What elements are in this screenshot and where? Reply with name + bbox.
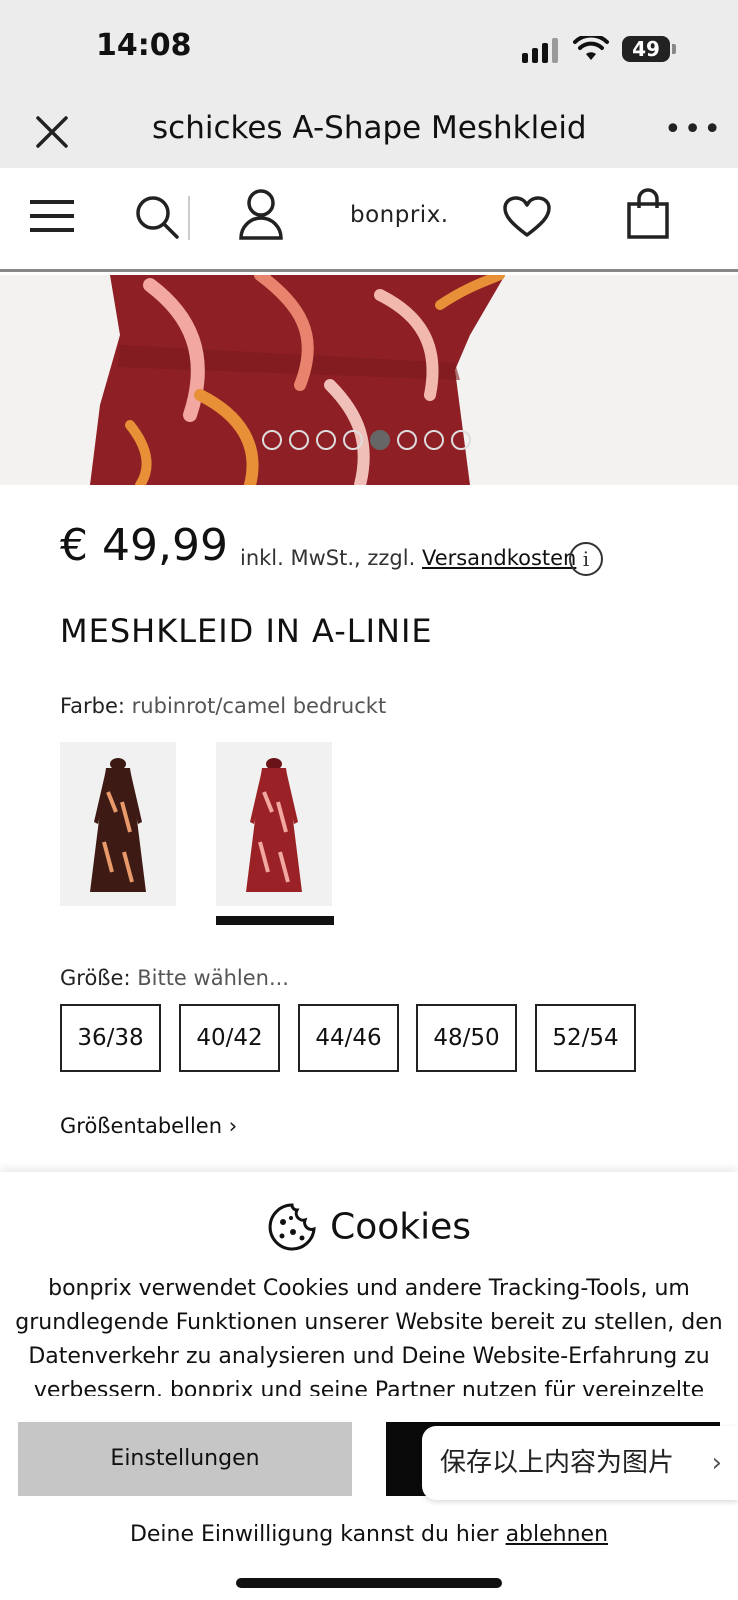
search-icon[interactable]	[134, 194, 180, 240]
size-option[interactable]: 36/38	[60, 1004, 161, 1072]
cellular-signal-icon	[522, 38, 558, 63]
battery-icon: 49	[622, 36, 670, 62]
site-header: bonprix.	[0, 168, 738, 272]
price-note: inkl. MwSt., zzgl. Versandkosten	[240, 546, 576, 570]
size-label: Größe: Bitte wählen...	[60, 966, 289, 990]
consent-line: Deine Einwilligung kannst du hier ablehn…	[0, 1522, 738, 1547]
color-swatch-dark[interactable]	[60, 742, 176, 906]
carousel-dot[interactable]	[289, 430, 309, 450]
carousel-dot-active[interactable]	[370, 430, 390, 450]
carousel-dot[interactable]	[262, 430, 282, 450]
size-tables-label: Größentabellen	[60, 1114, 223, 1138]
carousel-dot[interactable]	[424, 430, 444, 450]
shipping-costs-link[interactable]: Versandkosten	[422, 546, 576, 570]
product-image-carousel[interactable]	[0, 275, 738, 485]
page-title: schickes A-Shape Meshkleid	[152, 110, 587, 146]
chevron-right-icon: ›	[711, 1448, 722, 1478]
consent-text: Deine Einwilligung kannst du hier	[129, 1522, 499, 1547]
cookie-title: Cookies	[330, 1206, 472, 1248]
dress-image	[0, 275, 738, 485]
color-label: Farbe: rubinrot/camel bedruckt	[60, 694, 386, 718]
carousel-dots[interactable]	[262, 430, 471, 450]
menu-icon[interactable]	[30, 198, 74, 234]
account-icon[interactable]	[238, 188, 284, 240]
size-option[interactable]: 52/54	[535, 1004, 636, 1072]
status-time: 14:08	[96, 28, 192, 63]
carousel-dot[interactable]	[451, 430, 471, 450]
cookie-icon	[268, 1203, 316, 1251]
cookie-settings-button[interactable]: Einstellungen	[18, 1422, 352, 1496]
cookie-banner: Cookies bonprix verwendet Cookies und an…	[0, 1172, 738, 1600]
carousel-dot[interactable]	[316, 430, 336, 450]
size-option[interactable]: 48/50	[416, 1004, 517, 1072]
carousel-dot[interactable]	[397, 430, 417, 450]
close-icon[interactable]	[32, 112, 72, 152]
status-bar: 14:08 49	[0, 0, 738, 96]
cookie-header: Cookies	[0, 1202, 738, 1252]
size-option[interactable]: 44/46	[298, 1004, 399, 1072]
size-option[interactable]: 40/42	[179, 1004, 280, 1072]
wifi-icon	[573, 36, 609, 60]
product-title: MESHKLEID IN A-LINIE	[60, 612, 433, 650]
size-tables-link[interactable]: Größentabellen ›	[60, 1114, 237, 1138]
carousel-dot[interactable]	[343, 430, 363, 450]
color-label-key: Farbe:	[60, 694, 125, 718]
product-price: € 49,99	[60, 520, 228, 571]
save-as-image-popup[interactable]: 保存以上内容为图片 ›	[422, 1426, 738, 1500]
color-swatch-red[interactable]	[216, 742, 332, 906]
header-divider	[188, 196, 190, 240]
decline-cookies-link[interactable]: ablehnen	[506, 1522, 608, 1547]
more-options-icon[interactable]: •••	[664, 112, 723, 147]
cookie-description: bonprix verwendet Cookies und andere Tra…	[15, 1276, 723, 1396]
dress-thumbnail	[216, 742, 332, 906]
bonprix-logo[interactable]: bonprix.	[350, 202, 449, 228]
color-label-value: rubinrot/camel bedruckt	[131, 694, 387, 718]
dress-thumbnail	[60, 742, 176, 906]
info-icon[interactable]: i	[569, 542, 603, 576]
selected-swatch-indicator	[216, 916, 334, 925]
save-as-image-label: 保存以上内容为图片	[440, 1448, 675, 1478]
browser-title-bar: schickes A-Shape Meshkleid •••	[0, 96, 738, 168]
home-indicator[interactable]	[236, 1578, 502, 1588]
size-label-key: Größe:	[60, 966, 131, 990]
wishlist-heart-icon[interactable]	[503, 196, 551, 238]
chevron-right-icon: ›	[228, 1114, 238, 1138]
size-label-value: Bitte wählen...	[137, 966, 289, 990]
shopping-bag-icon[interactable]	[626, 188, 670, 240]
battery-nub	[672, 44, 676, 54]
price-note-text: inkl. MwSt., zzgl.	[240, 546, 416, 570]
